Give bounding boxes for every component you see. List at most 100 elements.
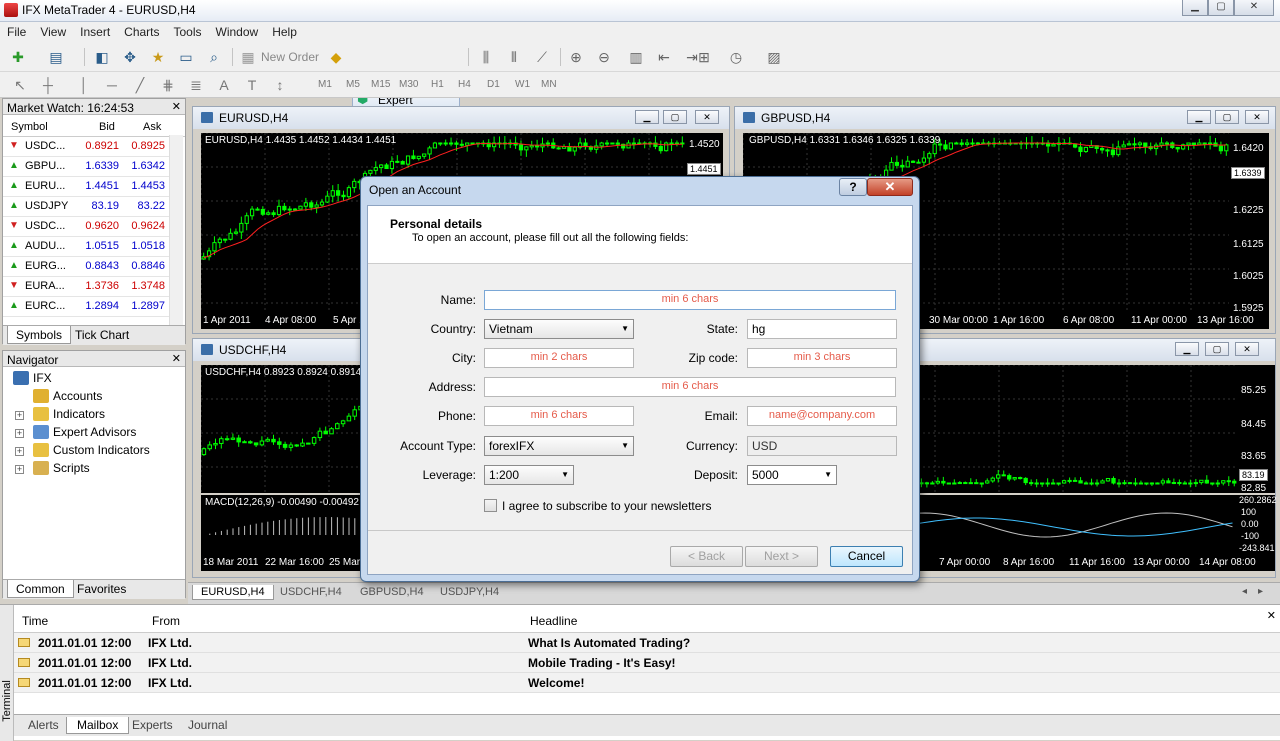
cursor-icon[interactable]: ↖ (10, 75, 30, 95)
tab-symbols[interactable]: Symbols (7, 326, 72, 344)
address-field[interactable]: min 6 chars (484, 377, 896, 397)
new-order-button[interactable]: New Order (261, 50, 319, 64)
maximize-button[interactable]: ▢ (1208, 0, 1234, 16)
vertical-line-icon[interactable]: │ (74, 75, 94, 95)
back-button[interactable]: < Back (670, 546, 743, 567)
tab-alerts[interactable]: Alerts (18, 717, 69, 733)
chart-maximize-button[interactable]: ▢ (1205, 342, 1229, 356)
chart-minimize-button[interactable]: ▁ (635, 110, 659, 124)
expand-expert-advisors-icon[interactable]: + (15, 429, 24, 438)
navigator-item-custom-indicators[interactable]: Custom Indicators (53, 443, 150, 457)
chart-minimize-button[interactable]: ▁ (1175, 342, 1199, 356)
tab-mailbox[interactable]: Mailbox (66, 717, 130, 734)
menu-file[interactable]: File (0, 22, 33, 42)
navigator-item-indicators[interactable]: Indicators (53, 407, 105, 421)
market-watch-row[interactable]: ▼ EURA... 1.3736 1.3748 (3, 277, 171, 297)
market-watch-icon[interactable]: ◧ (92, 47, 112, 67)
chart-close-button[interactable]: ✕ (695, 110, 719, 124)
minimize-button[interactable]: ▁ (1182, 0, 1208, 16)
tab-common[interactable]: Common (7, 580, 74, 598)
tabs-scroll-right-icon[interactable]: ▸ (1250, 585, 1271, 598)
zoom-in-icon[interactable]: ⊕ (566, 47, 586, 67)
chart-close-button[interactable]: ✕ (1235, 342, 1259, 356)
market-watch-row[interactable]: ▲ EURG... 0.8843 0.8846 (3, 257, 171, 277)
menu-help[interactable]: Help (265, 22, 304, 42)
new-chart-icon[interactable]: ✚ (8, 47, 28, 67)
cancel-button[interactable]: Cancel (830, 546, 903, 567)
zoom-out-icon[interactable]: ⊖ (594, 47, 614, 67)
market-watch-row[interactable]: ▲ AUDU... 1.0515 1.0518 (3, 237, 171, 257)
navigator-root[interactable]: IFX (33, 371, 52, 385)
templates-icon[interactable]: ▨ (764, 47, 784, 67)
menu-charts[interactable]: Charts (117, 22, 166, 42)
deposit-select[interactable]: 5000 ▼ (747, 465, 837, 485)
arrows-icon[interactable]: ↕ (270, 75, 290, 95)
profiles-icon[interactable]: ▤ (46, 47, 66, 67)
horizontal-line-icon[interactable]: ─ (102, 75, 122, 95)
column-bid[interactable]: Bid (99, 121, 115, 133)
column-from[interactable]: From (152, 614, 180, 628)
column-ask[interactable]: Ask (143, 121, 161, 133)
crosshair-icon[interactable]: ┼ (38, 75, 58, 95)
fibonacci-icon[interactable]: ≣ (186, 75, 206, 95)
terminal-icon[interactable]: ▭ (176, 47, 196, 67)
data-window-icon[interactable]: ✥ (120, 47, 140, 67)
expand-scripts-icon[interactable]: + (15, 465, 24, 474)
market-watch-row[interactable]: ▼ USDC... 0.9620 0.9624 (3, 217, 171, 237)
chart-close-button[interactable]: ✕ (1245, 110, 1269, 124)
text-icon[interactable]: A (214, 75, 234, 95)
timeframe-m1[interactable]: M1 (318, 79, 332, 90)
market-watch-row[interactable]: ▲ GBPU... 1.6339 1.6342 (3, 157, 171, 177)
city-field[interactable]: min 2 chars (484, 348, 634, 368)
chart-tab-usdjpy[interactable]: USDJPY,H4 (432, 585, 507, 599)
candlestick-icon[interactable]: ⫴ (504, 47, 524, 67)
menu-view[interactable]: View (33, 22, 73, 42)
country-select[interactable]: Vietnam ▼ (484, 319, 634, 339)
column-headline[interactable]: Headline (530, 614, 577, 628)
timeframe-mn[interactable]: MN (541, 79, 557, 90)
table-row[interactable]: 2011.01.01 12:00 IFX Ltd. Mobile Trading… (14, 653, 1280, 673)
timeframe-m15[interactable]: M15 (371, 79, 390, 90)
expand-indicators-icon[interactable]: + (15, 411, 24, 420)
chart-maximize-button[interactable]: ▢ (1215, 110, 1239, 124)
newsletter-checkbox[interactable] (484, 499, 497, 512)
new-order-icon[interactable]: ▦ (238, 47, 258, 67)
dialog-close-button[interactable]: ✕ (867, 178, 913, 196)
column-symbol[interactable]: Symbol (11, 121, 48, 133)
tile-windows-icon[interactable]: ▥ (626, 47, 646, 67)
timeframe-h4[interactable]: H4 (458, 79, 471, 90)
next-button[interactable]: Next > (745, 546, 818, 567)
market-watch-row[interactable]: ▲ EURU... 1.4451 1.4453 (3, 177, 171, 197)
market-watch-scrollbar[interactable] (169, 135, 183, 325)
channel-icon[interactable]: ⋕ (158, 75, 178, 95)
market-watch-close-icon[interactable]: ✕ (172, 100, 181, 113)
terminal-close-icon[interactable]: ✕ (1267, 609, 1276, 622)
line-chart-icon[interactable]: ⟋ (532, 47, 552, 67)
chart-maximize-button[interactable]: ▢ (663, 110, 687, 124)
tab-experts[interactable]: Experts (122, 717, 183, 733)
menu-tools[interactable]: Tools (167, 22, 209, 42)
chart-minimize-button[interactable]: ▁ (1187, 110, 1211, 124)
timeframe-m30[interactable]: M30 (399, 79, 418, 90)
chart-tab-eurusd[interactable]: EURUSD,H4 (192, 585, 274, 600)
bar-chart-icon[interactable]: ⫼ (476, 47, 496, 67)
timeframe-h1[interactable]: H1 (431, 79, 444, 90)
timeframe-w1[interactable]: W1 (515, 79, 530, 90)
leverage-select[interactable]: 1:200 ▼ (484, 465, 574, 485)
label-icon[interactable]: T (242, 75, 262, 95)
help-button[interactable]: ? (839, 178, 867, 196)
account-type-select[interactable]: forexIFX ▼ (484, 436, 634, 456)
timeframe-d1[interactable]: D1 (487, 79, 500, 90)
market-watch-row[interactable]: ▼ USDC... 0.8921 0.8925 (3, 137, 171, 157)
state-field[interactable]: hg (747, 319, 897, 339)
email-field[interactable]: name@company.com (747, 406, 897, 426)
market-watch-row[interactable]: ▲ USDJPY 83.19 83.22 (3, 197, 171, 217)
navigator-item-accounts[interactable]: Accounts (53, 389, 102, 403)
timeframe-m5[interactable]: M5 (346, 79, 360, 90)
menu-window[interactable]: Window (209, 22, 266, 42)
strategy-tester-icon[interactable]: ⌕ (204, 47, 224, 67)
indicators-menu-icon[interactable]: ⊞ (694, 47, 714, 67)
tab-journal[interactable]: Journal (178, 717, 237, 733)
tab-tick-chart[interactable]: Tick Chart (67, 326, 137, 344)
chart-shift-icon[interactable]: ⇤ (654, 47, 674, 67)
